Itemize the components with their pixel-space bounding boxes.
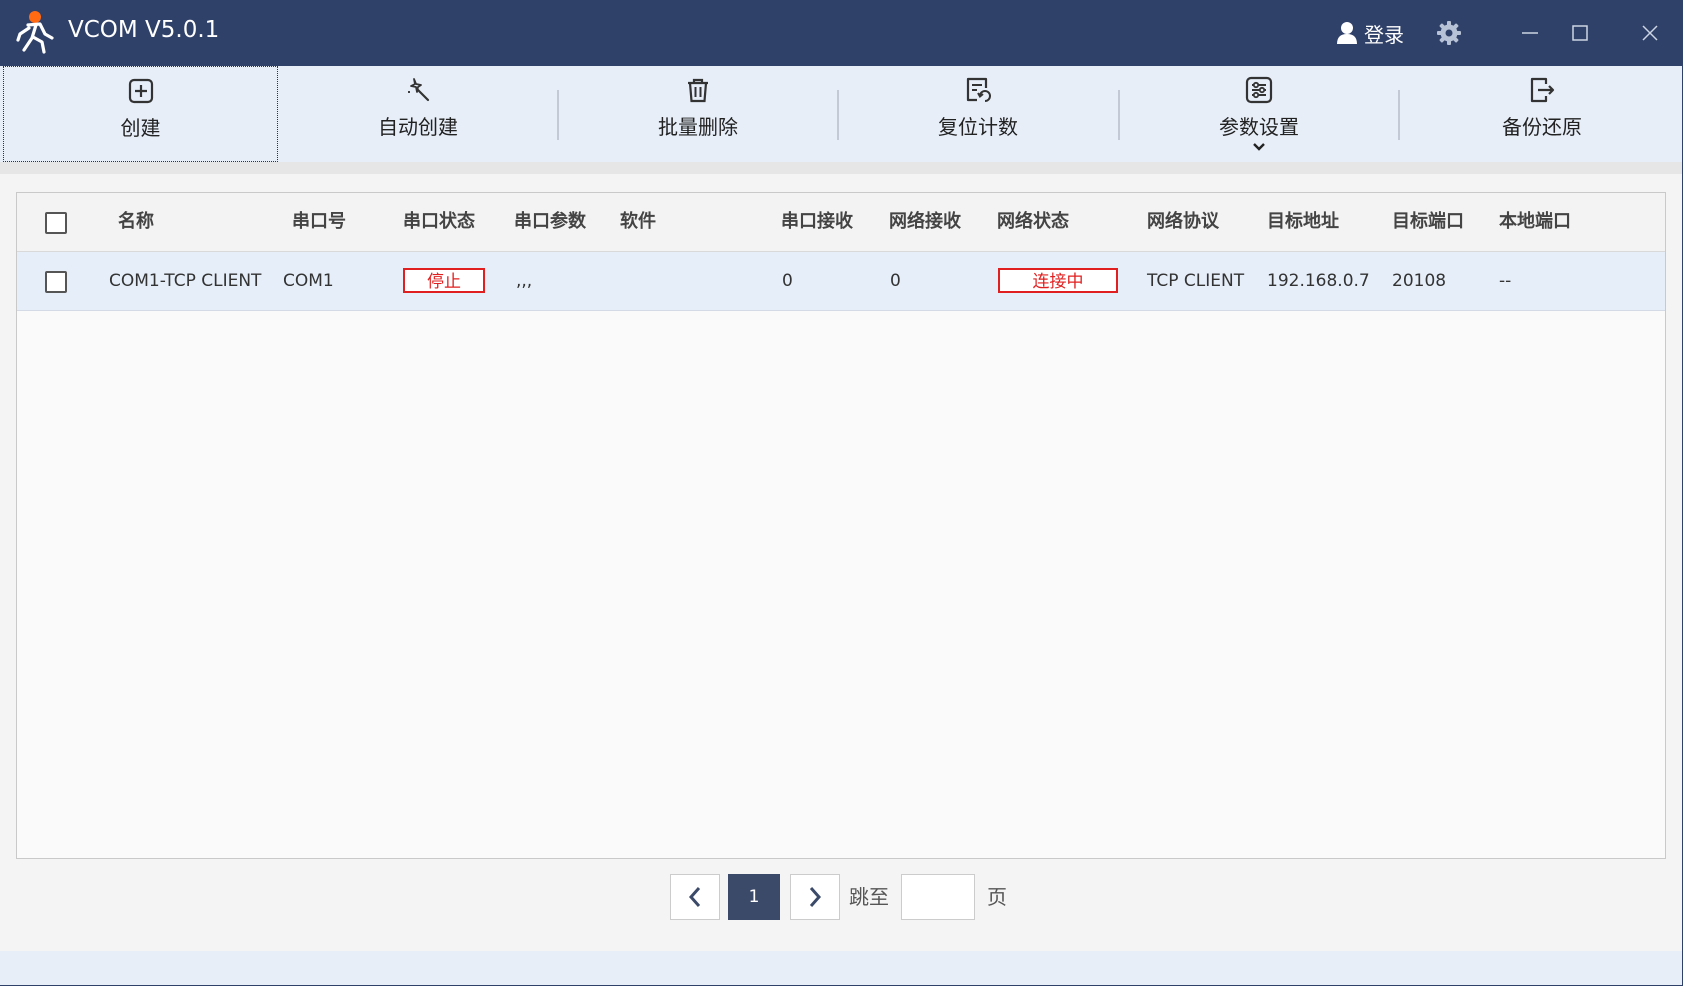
next-page-button[interactable] — [790, 874, 840, 920]
column-header-name[interactable]: 名称 — [118, 193, 154, 251]
column-header-local-port[interactable]: 本地端口 — [1499, 193, 1571, 251]
channel-table: 名称 串口号 串口状态 串口参数 软件 串口接收 网络接收 网络状态 网络协议 … — [16, 192, 1666, 859]
port-status-badge: 停止 — [403, 268, 485, 293]
auto-create-label: 自动创建 — [378, 115, 458, 139]
cell-target-addr: 192.168.0.7 — [1267, 271, 1370, 291]
cell-port-params: ,,, — [516, 271, 533, 291]
trash-icon — [688, 78, 708, 103]
login-button[interactable]: 登录 — [1336, 0, 1404, 66]
toolbar-shadow-strip — [0, 162, 1682, 174]
row-checkbox[interactable] — [45, 271, 67, 293]
app-window: VCOM V5.0.1 登录 创建 自动创建 批量删除 复位计数 参数设置 备份… — [0, 0, 1683, 986]
backup-restore-icon — [1530, 77, 1555, 103]
page-suffix-label: 页 — [987, 885, 1007, 909]
toolbar: 创建 自动创建 批量删除 复位计数 参数设置 备份还原 — [0, 66, 1682, 163]
page-1-button[interactable]: 1 — [728, 874, 780, 920]
reset-counter-label: 复位计数 — [938, 115, 1018, 139]
cell-port: COM1 — [283, 271, 334, 291]
backup-restore-button[interactable]: 备份还原 — [1402, 66, 1682, 162]
cell-local-port: -- — [1499, 271, 1512, 291]
net-status-badge: 连接中 — [998, 268, 1118, 293]
reset-counter-icon — [966, 77, 991, 102]
login-label: 登录 — [1364, 22, 1404, 47]
gear-icon — [1437, 21, 1461, 45]
batch-delete-label: 批量删除 — [658, 115, 738, 139]
close-button[interactable] — [1620, 0, 1680, 66]
settings-button[interactable] — [1436, 0, 1462, 66]
cell-protocol: TCP CLIENT — [1147, 271, 1245, 291]
cell-port-rx: 0 — [782, 271, 793, 291]
status-bar — [0, 951, 1682, 985]
magic-wand-icon — [408, 78, 430, 102]
auto-create-button[interactable]: 自动创建 — [278, 66, 558, 162]
column-header-port-rx[interactable]: 串口接收 — [781, 193, 853, 251]
column-header-software[interactable]: 软件 — [620, 193, 656, 251]
chevron-left-icon — [688, 887, 701, 907]
cell-name: COM1-TCP CLIENT — [109, 271, 262, 291]
prev-page-button[interactable] — [670, 874, 720, 920]
parameter-settings-button[interactable]: 参数设置 — [1119, 66, 1399, 162]
column-header-target-addr[interactable]: 目标地址 — [1267, 193, 1339, 251]
create-button[interactable]: 创建 — [3, 66, 278, 162]
column-header-target-port[interactable]: 目标端口 — [1392, 193, 1464, 251]
jump-to-label: 跳至 — [849, 885, 889, 909]
sliders-icon — [1245, 76, 1273, 104]
cell-net-rx: 0 — [890, 271, 901, 291]
select-all-checkbox[interactable] — [45, 212, 67, 234]
jump-page-input[interactable] — [901, 874, 975, 920]
column-header-port-params[interactable]: 串口参数 — [514, 193, 586, 251]
maximize-icon — [1572, 25, 1588, 41]
column-header-protocol[interactable]: 网络协议 — [1147, 193, 1219, 251]
chevron-down-icon — [1253, 143, 1265, 151]
parameter-settings-label: 参数设置 — [1219, 115, 1299, 139]
chevron-right-icon — [809, 887, 822, 907]
create-label: 创建 — [120, 116, 161, 140]
column-header-net-status[interactable]: 网络状态 — [997, 193, 1069, 251]
table-header: 名称 串口号 串口状态 串口参数 软件 串口接收 网络接收 网络状态 网络协议 … — [17, 193, 1665, 252]
maximize-button[interactable] — [1550, 0, 1610, 66]
column-header-net-rx[interactable]: 网络接收 — [889, 193, 961, 251]
column-header-port[interactable]: 串口号 — [292, 193, 346, 251]
reset-counter-button[interactable]: 复位计数 — [838, 66, 1118, 162]
batch-delete-button[interactable]: 批量删除 — [558, 66, 838, 162]
cell-target-port: 20108 — [1392, 271, 1447, 291]
table-row[interactable]: COM1-TCP CLIENT COM1 停止 ,,, 0 0 连接中 TCP … — [17, 252, 1665, 311]
minimize-icon — [1522, 32, 1538, 34]
user-icon — [1337, 22, 1357, 44]
close-icon — [1642, 25, 1658, 41]
plus-square-icon — [128, 78, 153, 104]
app-title: VCOM V5.0.1 — [68, 17, 220, 43]
toolbar-divider — [1398, 90, 1400, 140]
title-bar[interactable]: VCOM V5.0.1 登录 — [0, 0, 1682, 66]
backup-restore-label: 备份还原 — [1502, 115, 1582, 139]
column-header-port-status[interactable]: 串口状态 — [403, 193, 475, 251]
app-logo-icon — [16, 11, 54, 54]
